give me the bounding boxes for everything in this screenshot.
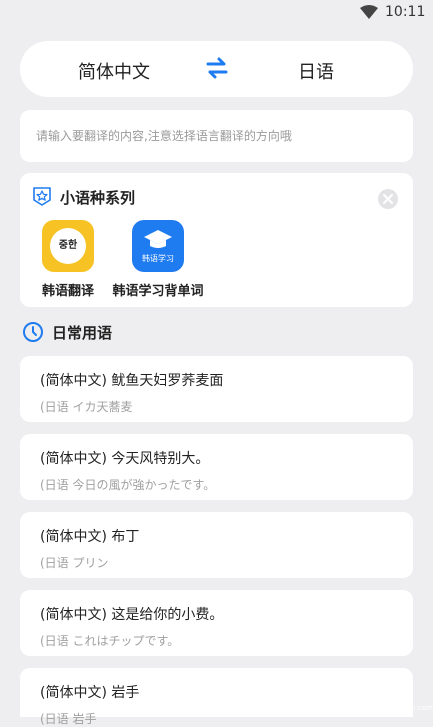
phrase-item[interactable]: (简体中文) 这是给你的小费。 (日语 これはチップです。 [20, 590, 413, 656]
phrase-chinese: (简体中文) 岩手 [40, 685, 140, 701]
translate-input[interactable] [36, 110, 396, 162]
phrase-chinese: (简体中文) 这是给你的小费。 [40, 607, 224, 623]
translate-input-box [20, 110, 413, 162]
watermark-digits: 168 [290, 670, 373, 714]
graduation-cap-icon [144, 230, 172, 248]
korean-icon-text: 중한 [50, 228, 86, 264]
phrase-item[interactable]: (简体中文) 布丁 (日语 プリン [20, 512, 413, 578]
phrase-item[interactable]: (简体中文) 鱿鱼天妇罗荞麦面 (日语 イカ天蕎麦 [20, 356, 413, 422]
star-badge-icon [33, 187, 51, 206]
target-language-button[interactable]: 日语 [298, 58, 334, 84]
wifi-icon [360, 5, 378, 19]
korean-translate-label: 韩语翻译 [41, 284, 94, 299]
watermark-logo: 168 下载 www.down.com [290, 670, 433, 717]
clock-icon [23, 322, 43, 342]
language-selector: 简体中文 日语 [20, 41, 413, 97]
watermark-url: www.down.com [378, 704, 433, 712]
korean-study-icon: 韩语学习 [132, 220, 184, 272]
source-language-button[interactable]: 简体中文 [78, 58, 150, 84]
korean-translate-icon: 중한 [42, 220, 94, 272]
close-icon[interactable] [377, 188, 399, 210]
phrase-chinese: (简体中文) 鱿鱼天妇罗荞麦面 [40, 373, 224, 389]
minor-languages-card: 小语种系列 중한 韩语翻译 韩语学习 韩语学习背单词 [20, 173, 413, 307]
swap-arrows-icon[interactable] [205, 57, 229, 79]
status-time: 10:11 [385, 4, 426, 20]
daily-phrases-title: 日常用语 [52, 324, 113, 342]
phrase-chinese: (简体中文) 今天风特别大。 [40, 451, 210, 467]
korean-translate-app[interactable]: 중한 韩语翻译 [38, 220, 98, 299]
minor-languages-title: 小语种系列 [60, 189, 136, 207]
phrase-japanese: (日语 岩手 [40, 712, 97, 726]
phrase-japanese: (日语 これはチップです。 [40, 634, 180, 648]
korean-study-icon-text: 韩语学习 [142, 254, 174, 263]
phrase-item[interactable]: (简体中文) 今天风特别大。 (日语 今日の風が強かったです。 [20, 434, 413, 500]
phrase-japanese: (日语 今日の風が強かったです。 [40, 478, 216, 492]
korean-study-label: 韩语学习背单词 [112, 284, 204, 299]
status-bar: 10:11 [0, 0, 433, 26]
phrase-japanese: (日语 イカ天蕎麦 [40, 400, 133, 414]
phrase-japanese: (日语 プリン [40, 556, 109, 570]
phrase-chinese: (简体中文) 布丁 [40, 529, 140, 545]
korean-study-app[interactable]: 韩语学习 韩语学习背单词 [106, 220, 210, 299]
